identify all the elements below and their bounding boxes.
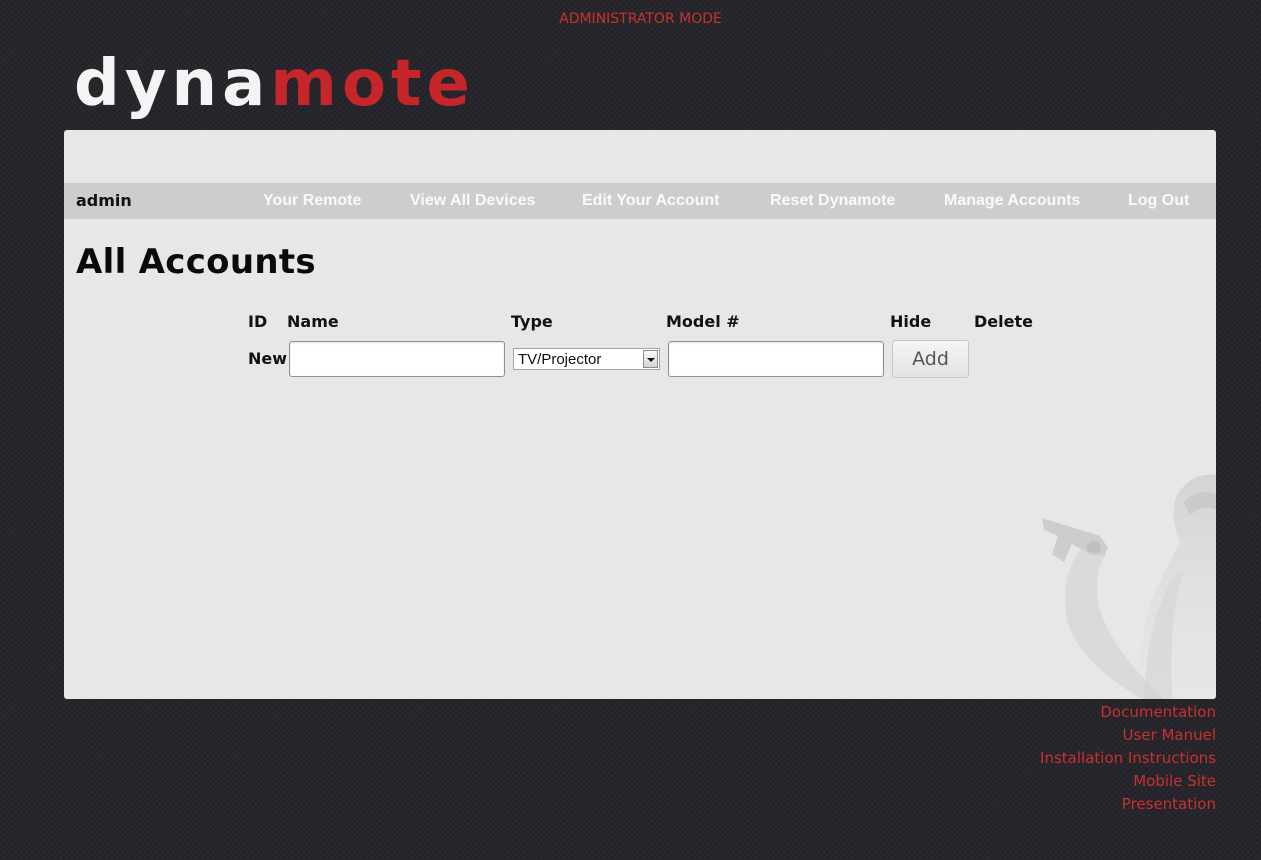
dropdown-arrow-icon[interactable] xyxy=(643,350,658,368)
footer-link-presentation[interactable]: Presentation xyxy=(1040,793,1216,816)
main-panel: admin Your Remote View All Devices Edit … xyxy=(64,130,1216,699)
footer-link-installation-instructions[interactable]: Installation Instructions xyxy=(1040,747,1216,770)
footer-link-mobile-site[interactable]: Mobile Site xyxy=(1040,770,1216,793)
column-header-id: ID xyxy=(248,312,268,331)
administrator-mode-label: ADMINISTRATOR MODE xyxy=(559,11,722,27)
nav-link-edit-your-account[interactable]: Edit Your Account xyxy=(582,192,719,210)
column-header-name: Name xyxy=(287,312,339,331)
add-button[interactable]: Add xyxy=(892,340,969,378)
new-name-input[interactable] xyxy=(289,341,505,377)
column-header-model: Model # xyxy=(666,312,740,331)
logo-text-dyna: dyna xyxy=(74,47,271,121)
footer-link-documentation[interactable]: Documentation xyxy=(1040,701,1216,724)
new-row-label: New xyxy=(248,349,288,368)
nav-link-your-remote[interactable]: Your Remote xyxy=(263,192,361,210)
footer-link-user-manuel[interactable]: User Manuel xyxy=(1040,724,1216,747)
nav-link-manage-accounts[interactable]: Manage Accounts xyxy=(944,192,1080,210)
nav-link-reset-dynamote[interactable]: Reset Dynamote xyxy=(770,192,895,210)
dynamote-logo[interactable]: dynamote xyxy=(74,46,475,122)
gunman-silhouette-image xyxy=(1042,474,1216,699)
nav-link-log-out[interactable]: Log Out xyxy=(1128,192,1189,210)
new-model-input[interactable] xyxy=(668,341,884,377)
column-header-hide: Hide xyxy=(890,312,932,331)
type-select-value: TV/Projector xyxy=(518,351,602,368)
column-header-type: Type xyxy=(511,312,553,331)
nav-link-view-all-devices[interactable]: View All Devices xyxy=(410,192,535,210)
logo-text-mote: mote xyxy=(270,47,475,121)
current-user-label: admin xyxy=(76,191,132,210)
footer-links: Documentation User Manuel Installation I… xyxy=(1040,701,1216,816)
top-nav-bar: admin Your Remote View All Devices Edit … xyxy=(64,183,1216,219)
column-header-delete: Delete xyxy=(974,312,1033,331)
type-select[interactable]: TV/Projector xyxy=(513,348,660,370)
page-title: All Accounts xyxy=(76,242,316,282)
